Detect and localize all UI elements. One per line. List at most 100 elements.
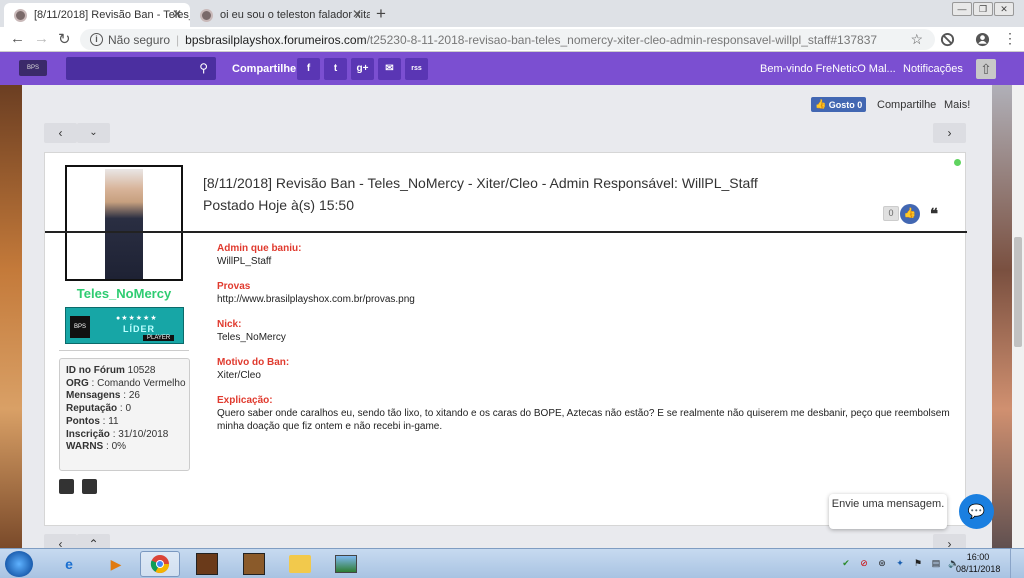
- user-stats-box: ID no Fórum 10528 ORG : Comando Vermelho…: [59, 358, 190, 471]
- site-favicon-icon: [14, 9, 27, 22]
- system-clock[interactable]: 16:00 08/11/2018: [956, 551, 1000, 575]
- search-input[interactable]: ⚲: [66, 57, 216, 80]
- field-value: WillPL_Staff: [217, 256, 272, 267]
- stat-org: ORG : Comando Vermelho: [66, 377, 186, 389]
- like-post-button[interactable]: 👍: [900, 204, 920, 224]
- avatar-photo: [105, 169, 143, 279]
- chat-icon[interactable]: 💬: [959, 494, 994, 529]
- background-art-left: [0, 85, 22, 548]
- forum-post: Teles_NoMercy BPS ●★★★★★ LÍDER PLAYER ID…: [44, 152, 967, 526]
- browser-toolbar: ← → ↻ i Não seguro | bpsbrasilplayshox.f…: [0, 27, 1024, 52]
- close-window-button[interactable]: ✕: [994, 2, 1014, 16]
- online-status-icon: [954, 159, 961, 166]
- post-body: Admin que baniu: WillPL_Staff Provas htt…: [217, 243, 957, 433]
- security-label: Não seguro: [108, 32, 171, 47]
- rank-stars: ●★★★★★: [116, 315, 158, 322]
- more-link[interactable]: Mais!: [944, 99, 970, 111]
- tab-teleston[interactable]: oi eu sou o teleston falador xitad ✕: [190, 3, 370, 27]
- quote-icon[interactable]: ❝: [930, 205, 938, 223]
- stat-reputation: Reputação : 0: [66, 403, 132, 415]
- menu-icon[interactable]: ⋮: [1003, 30, 1017, 47]
- tab-title: [8/11/2018] Revisão Ban - Teles_: [34, 9, 190, 21]
- forum-logo[interactable]: BPS: [19, 60, 47, 76]
- share-link[interactable]: Compartilhe: [877, 99, 936, 111]
- new-tab-button[interactable]: +: [376, 4, 386, 24]
- image-viewer-icon[interactable]: [326, 551, 366, 577]
- rank-logo: BPS: [70, 316, 90, 338]
- volume-mixer-tray-icon[interactable]: ⊛: [876, 557, 888, 569]
- email-share-button[interactable]: ✉: [378, 58, 401, 80]
- tab-revisao-ban[interactable]: [8/11/2018] Revisão Ban - Teles_ ✕: [4, 3, 190, 27]
- rss-share-button[interactable]: rss: [405, 58, 428, 80]
- network-tray-icon[interactable]: ▤: [930, 557, 942, 569]
- field-value: Teles_NoMercy: [217, 332, 286, 343]
- scrollbar-thumb[interactable]: [1014, 237, 1022, 347]
- restore-button[interactable]: ❐: [973, 2, 993, 16]
- chat-prompt[interactable]: Envie uma mensagem.: [829, 494, 947, 529]
- url-separator: |: [176, 32, 180, 47]
- prev-page-button[interactable]: ‹: [44, 123, 77, 143]
- flag-tray-icon[interactable]: ⚑: [912, 557, 924, 569]
- internet-explorer-icon[interactable]: e: [49, 551, 89, 577]
- post-header-rule: [45, 231, 967, 233]
- update-tray-icon[interactable]: ✦: [894, 557, 906, 569]
- tab-title: oi eu sou o teleston falador xitad: [220, 9, 370, 21]
- clock-date: 08/11/2018: [956, 564, 1001, 574]
- username[interactable]: Teles_NoMercy: [45, 286, 203, 301]
- block-icon[interactable]: [940, 32, 955, 47]
- rank-image: BPS ●★★★★★ LÍDER PLAYER: [65, 307, 184, 344]
- address-bar[interactable]: i Não seguro | bpsbrasilplayshox.forumei…: [80, 29, 935, 50]
- search-icon[interactable]: ⚲: [199, 61, 208, 75]
- site-favicon-icon: [200, 9, 213, 22]
- stat-warns: WARNS : 0%: [66, 441, 127, 453]
- info-icon[interactable]: i: [90, 33, 103, 46]
- tab-strip: [8/11/2018] Revisão Ban - Teles_ ✕ oi eu…: [0, 0, 1024, 27]
- game-app-icon[interactable]: [234, 551, 274, 577]
- googleplus-share-button[interactable]: g+: [351, 58, 374, 80]
- like-count: 0: [857, 99, 863, 110]
- post-date: Postado Hoje à(s) 15:50: [203, 197, 354, 213]
- folder-icon[interactable]: [280, 551, 320, 577]
- rank-tag: PLAYER: [143, 335, 175, 341]
- like-page-button[interactable]: 👍 Gosto 0: [811, 97, 867, 112]
- background-art-right: [992, 85, 1012, 548]
- url-path: /t25230-8-11-2018-revisao-ban-teles_nome…: [366, 32, 878, 47]
- field-label: Nick:: [217, 319, 242, 330]
- facebook-share-button[interactable]: f: [297, 58, 320, 80]
- field-label: Explicação:: [217, 395, 273, 406]
- security-tray-icon[interactable]: ✔: [840, 557, 852, 569]
- minimize-button[interactable]: —: [952, 2, 972, 16]
- media-player-icon[interactable]: ▶: [96, 551, 136, 577]
- scroll-up-button[interactable]: ⇧: [976, 59, 996, 79]
- bookmark-star-icon[interactable]: ☆: [910, 31, 923, 48]
- show-desktop-button[interactable]: [1010, 549, 1024, 578]
- field-value: Xiter/Cleo: [217, 370, 261, 381]
- account-icon[interactable]: [975, 32, 990, 47]
- stat-messages: Mensagens : 26: [66, 390, 140, 402]
- next-page-button[interactable]: ›: [933, 123, 966, 143]
- close-tab-icon[interactable]: ✕: [172, 7, 182, 21]
- back-icon[interactable]: ←: [10, 30, 25, 47]
- user-avatar[interactable]: [65, 165, 183, 281]
- post-title: [8/11/2018] Revisão Ban - Teles_NoMercy …: [203, 175, 758, 191]
- message-icon[interactable]: [82, 479, 97, 494]
- game-app-icon[interactable]: [187, 551, 227, 577]
- like-label: Gosto: [828, 99, 855, 110]
- field-label: Motivo do Ban:: [217, 357, 290, 368]
- reload-icon[interactable]: ↻: [58, 30, 71, 48]
- welcome-link[interactable]: Bem-vindo FreNeticO Mal...: [760, 63, 896, 75]
- rank-label: LÍDER: [123, 324, 155, 334]
- twitter-share-button[interactable]: t: [324, 58, 347, 80]
- start-button[interactable]: [5, 551, 33, 577]
- collapse-button[interactable]: ⌄: [77, 123, 110, 143]
- close-tab-icon[interactable]: ✕: [352, 7, 362, 21]
- clock-time: 16:00: [966, 552, 990, 562]
- forward-icon[interactable]: →: [34, 30, 49, 47]
- share-label: Compartilhe :: [232, 63, 303, 75]
- profile-icon[interactable]: [59, 479, 74, 494]
- chrome-icon[interactable]: [140, 551, 180, 577]
- page-scrollbar[interactable]: [1012, 85, 1024, 548]
- notifications-link[interactable]: Notificações: [903, 63, 963, 75]
- field-value: Quero saber onde caralhos eu, sendo tão …: [217, 408, 950, 432]
- no-network-tray-icon[interactable]: ⊘: [858, 557, 870, 569]
